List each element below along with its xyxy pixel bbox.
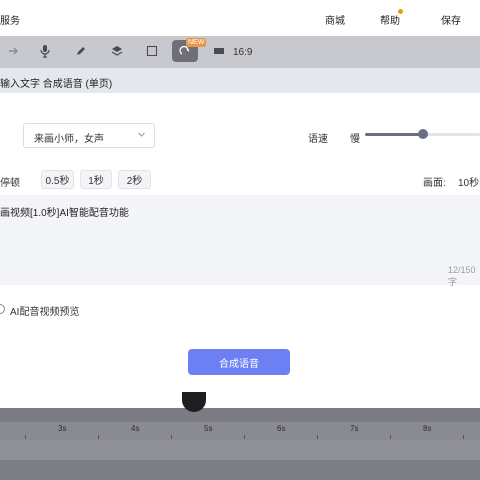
nav-help-link[interactable]: 帮助 [380, 12, 400, 27]
app-title-fragment: 服务 [0, 16, 20, 27]
tick-label: 6s [277, 424, 286, 433]
voice-select-value: 来画小师，女声 [34, 134, 104, 145]
chevron-down-icon [137, 130, 146, 142]
screen-icon[interactable] [206, 40, 232, 62]
tts-dialog: 输入文字 合成语音 (单页) 来画小师，女声 语速 慢 停顿 0.5秒 1秒 2… [0, 68, 480, 408]
pause-0-5s-button[interactable]: 0.5秒 [41, 170, 74, 189]
aspect-ratio-button[interactable]: 16:9 [233, 47, 252, 58]
arrow-icon[interactable] [0, 40, 26, 62]
new-badge: NEW [186, 38, 207, 47]
tick-mark [244, 435, 245, 439]
tick-mark [463, 435, 464, 439]
tick-label: 5s [204, 424, 213, 433]
frame-icon[interactable] [139, 40, 165, 62]
script-text-area[interactable]: 画视频[1.0秒]AI智能配音功能 12/150字 [0, 195, 480, 287]
tick-label: 7s [350, 424, 359, 433]
dialog-title: 输入文字 合成语音 (单页) [0, 79, 113, 90]
canvas-duration-value: 10秒 [458, 178, 480, 189]
toolbar: NEW 16:9 [0, 36, 480, 68]
timeline-ruler[interactable] [0, 422, 480, 440]
layers-icon[interactable] [104, 40, 130, 62]
top-bar: 服务 商城 帮助 保存 [0, 0, 480, 36]
preview-label[interactable]: AI配音视频预览 [10, 303, 79, 318]
script-text: 画视频[1.0秒]AI智能配音功能 [0, 208, 129, 219]
speed-label: 语速 [308, 134, 328, 145]
microphone-icon[interactable] [32, 40, 58, 62]
speed-slider-thumb[interactable] [418, 129, 428, 139]
help-notification-dot [398, 9, 403, 14]
canvas-duration-label: 画面: [423, 178, 446, 189]
pause-1s-button[interactable]: 1秒 [80, 170, 112, 189]
tick-mark [25, 435, 26, 439]
tick-label: 8s [423, 424, 432, 433]
tick-mark [98, 435, 99, 439]
synthesize-voice-button[interactable]: 合成语音 [188, 349, 290, 375]
tick-mark [171, 435, 172, 439]
dialog-header: 输入文字 合成语音 (单页) [0, 68, 480, 93]
nav-mall-link[interactable]: 商城 [325, 12, 345, 27]
pen-icon[interactable] [68, 40, 94, 62]
speed-slider-fill [365, 133, 423, 136]
timeline-track[interactable] [0, 440, 480, 460]
slow-label: 慢 [350, 134, 360, 145]
tick-mark [390, 435, 391, 439]
pause-2s-button[interactable]: 2秒 [118, 170, 151, 189]
tick-label: 3s [58, 424, 67, 433]
save-button[interactable]: 保存 [441, 12, 461, 27]
preview-radio[interactable] [0, 304, 5, 314]
voice-select[interactable]: 来画小师，女声 [23, 123, 155, 148]
tick-label: 4s [131, 424, 140, 433]
timeline-track[interactable] [0, 460, 480, 480]
tick-mark [317, 435, 318, 439]
char-counter: 12/150字 [448, 265, 476, 287]
pause-label: 停顿 [0, 178, 20, 189]
